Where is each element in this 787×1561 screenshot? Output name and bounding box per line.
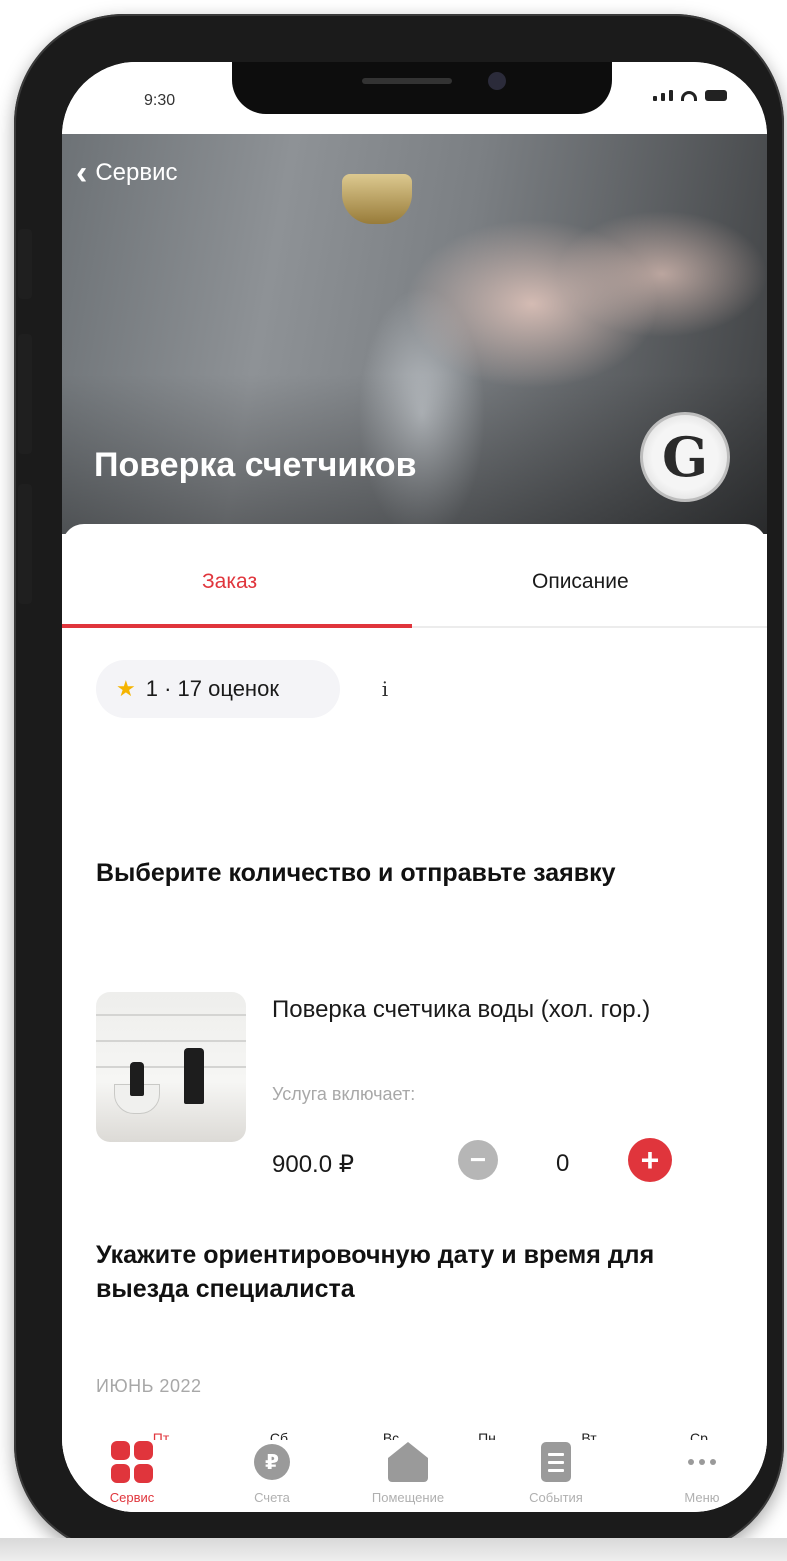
star-icon: ★ xyxy=(116,676,136,701)
decrease-quantity-button[interactable]: − xyxy=(458,1140,498,1180)
service-name: Поверка счетчика воды (хол. гор.) xyxy=(272,996,651,1023)
active-tab-indicator xyxy=(62,624,412,628)
quantity-value: 0 xyxy=(556,1150,570,1177)
volume-up-button xyxy=(18,334,32,454)
front-camera xyxy=(488,72,506,90)
status-bar: 9:30 xyxy=(62,62,767,134)
status-time: 9:30 xyxy=(144,92,176,109)
date-section-title: Укажите ориентировочную дату и время для… xyxy=(96,1241,655,1303)
notch xyxy=(232,62,612,114)
tabbar-item-bills[interactable]: ₽ Счета xyxy=(222,1440,322,1505)
tabbar-label: Сервис xyxy=(109,1490,155,1505)
tabbar-item-menu[interactable]: Меню xyxy=(652,1440,752,1505)
tab-order[interactable]: Заказ xyxy=(202,570,257,594)
tile-line xyxy=(96,1014,246,1016)
desk-shadow xyxy=(0,1538,787,1561)
back-button[interactable]: ‹ Сервис xyxy=(76,154,178,192)
tabbar-label: Меню xyxy=(684,1490,720,1505)
house-icon xyxy=(386,1440,430,1484)
bottom-tab-bar: Сервис ₽ Счета Помещение События Меню xyxy=(62,1440,767,1512)
tabbar-label: События xyxy=(529,1490,583,1505)
increase-quantity-button[interactable]: + xyxy=(628,1138,672,1182)
mute-switch xyxy=(18,229,32,299)
service-price: 900.0 ₽ xyxy=(272,1151,354,1178)
status-icons xyxy=(653,90,727,101)
speaker xyxy=(362,78,452,84)
signal-icon xyxy=(653,96,657,101)
rating-chip[interactable]: ★ 1 · 17 оценок xyxy=(96,660,340,718)
rating-text: 1 · 17 оценок xyxy=(145,676,279,701)
tabbar-label: Помещение xyxy=(371,1490,445,1505)
signal-icon xyxy=(661,93,665,101)
service-includes-link[interactable]: Услуга включает: xyxy=(272,1084,415,1105)
month-label: ИЮНЬ 2022 xyxy=(96,1376,202,1396)
more-dots-icon xyxy=(680,1440,724,1484)
tabbar-item-service[interactable]: Сервис xyxy=(82,1440,182,1505)
tile-line xyxy=(96,1040,246,1042)
signal-icon xyxy=(669,90,673,101)
tabbar-label: Счета xyxy=(254,1490,290,1505)
tabbar-item-events[interactable]: События xyxy=(506,1440,606,1505)
document-icon xyxy=(534,1440,578,1484)
info-icon[interactable]: i xyxy=(366,670,404,708)
hero-image: ‹ Сервис Поверка счетчиков G xyxy=(62,134,767,534)
tab-description[interactable]: Описание xyxy=(532,570,629,594)
service-thumbnail xyxy=(96,992,246,1142)
wifi-icon xyxy=(681,91,697,101)
tabbar-item-premises[interactable]: Помещение xyxy=(358,1440,458,1505)
volume-down-button xyxy=(18,484,32,604)
tile-line xyxy=(96,1066,246,1068)
tab-bar-top: Заказ Описание xyxy=(62,524,767,628)
chevron-left-icon: ‹ xyxy=(76,154,88,192)
battery-icon xyxy=(705,90,727,101)
ruble-coin-icon: ₽ xyxy=(250,1440,294,1484)
page-title: Поверка счетчиков xyxy=(94,446,417,484)
content-sheet: Заказ Описание ★ 1 · 17 оценок i Выберит… xyxy=(62,524,767,1512)
phone-screen: 9:30 ‹ Сервис Поверка счетчиков G Заказ … xyxy=(62,62,767,1512)
bottle-image xyxy=(184,1048,204,1104)
provider-logo[interactable]: G xyxy=(640,412,730,502)
back-label: Сервис xyxy=(95,159,178,186)
faucet-image xyxy=(342,174,412,224)
bottle-image xyxy=(130,1062,144,1096)
order-section-title: Выберите количество и отправьте заявку xyxy=(96,859,616,887)
services-grid-icon xyxy=(110,1440,154,1484)
